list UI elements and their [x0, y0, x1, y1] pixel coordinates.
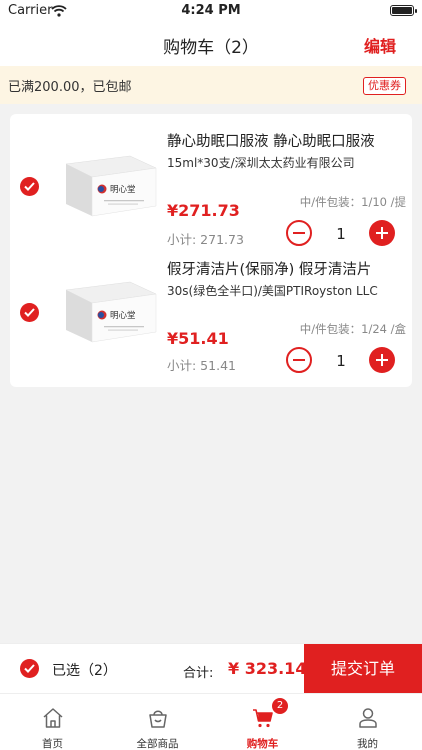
tab-label: 首页: [42, 738, 63, 750]
increase-quantity-button[interactable]: [369, 220, 395, 246]
cart-item: 明心堂 假牙清洁片(保丽净) 假牙清洁片 30s(绿色全半口)/美国PTIRoy…: [10, 250, 412, 386]
product-name[interactable]: 假牙清洁片(保丽净) 假牙清洁片: [167, 258, 407, 279]
product-image[interactable]: 明心堂: [60, 276, 160, 352]
package-info: 中/件包装：1/10 /提: [299, 195, 406, 209]
product-price: ¥271.73: [167, 201, 240, 220]
check-icon: [24, 182, 35, 191]
edit-button[interactable]: 编辑: [364, 33, 396, 57]
product-name[interactable]: 静心助眠口服液 静心助眠口服液: [167, 130, 407, 151]
tab-home[interactable]: 首页: [0, 694, 105, 750]
checkout-bar: 已选（2） 合计: ¥ 323.14 提交订单: [0, 643, 422, 694]
cart-item: 明心堂 静心助眠口服液 静心助眠口服液 15ml*30支/深圳太太药业有限公司 …: [10, 114, 412, 250]
select-all-checkbox[interactable]: [20, 659, 39, 678]
quantity-input[interactable]: 1: [316, 352, 366, 370]
user-icon: [359, 708, 377, 728]
cart-list: 明心堂 静心助眠口服液 静心助眠口服液 15ml*30支/深圳太太药业有限公司 …: [10, 114, 412, 387]
submit-order-button[interactable]: 提交订单: [304, 644, 422, 694]
item-subtotal: 小计: 51.41: [167, 358, 236, 373]
total-label: 合计:: [183, 666, 214, 681]
product-spec: 15ml*30支/深圳太太药业有限公司: [167, 156, 355, 170]
status-time: 4:24 PM: [181, 3, 241, 18]
product-price: ¥51.41: [167, 329, 229, 348]
tab-label: 我的: [357, 738, 378, 750]
status-bar: Carrier 4:24 PM: [0, 0, 422, 22]
decrease-quantity-button[interactable]: [286, 347, 312, 373]
check-icon: [24, 664, 35, 673]
product-image[interactable]: 明心堂: [60, 150, 160, 226]
decrease-quantity-button[interactable]: [286, 220, 312, 246]
cart-count-badge: 2: [272, 698, 288, 714]
brand-logo: 明心堂: [110, 310, 136, 321]
page-title: 购物车（2）: [163, 38, 259, 58]
bag-icon: [149, 710, 167, 728]
tab-label: 全部商品: [136, 738, 179, 750]
cart-icon: [253, 709, 273, 728]
tab-cart[interactable]: 2 购物车: [210, 694, 315, 750]
increase-quantity-button[interactable]: [369, 347, 395, 373]
product-spec: 30s(绿色全半口)/美国PTIRoyston LLC: [167, 284, 378, 298]
tab-all-products[interactable]: 全部商品: [105, 694, 210, 750]
home-icon: [43, 708, 63, 728]
item-checkbox[interactable]: [20, 303, 39, 322]
tab-profile[interactable]: 我的: [315, 694, 420, 750]
battery-icon: [390, 5, 417, 16]
tab-bar: 首页 全部商品 2 购物车 我的: [0, 693, 422, 750]
selected-count: 已选（2）: [52, 663, 117, 679]
item-subtotal: 小计: 271.73: [167, 232, 244, 247]
total-amount: ¥ 323.14: [228, 659, 307, 678]
notice-text: 已满200.00，已包邮: [8, 80, 132, 95]
coupon-button[interactable]: 优惠券: [363, 77, 406, 95]
package-info: 中/件包装：1/24 /盒: [299, 322, 406, 336]
tab-label: 购物车: [246, 738, 279, 750]
free-shipping-notice: 已满200.00，已包邮 优惠券: [0, 66, 422, 104]
nav-bar: 购物车（2） 编辑: [0, 22, 422, 66]
brand-logo: 明心堂: [110, 184, 136, 195]
quantity-input[interactable]: 1: [316, 225, 366, 243]
item-checkbox[interactable]: [20, 177, 39, 196]
check-icon: [24, 308, 35, 317]
